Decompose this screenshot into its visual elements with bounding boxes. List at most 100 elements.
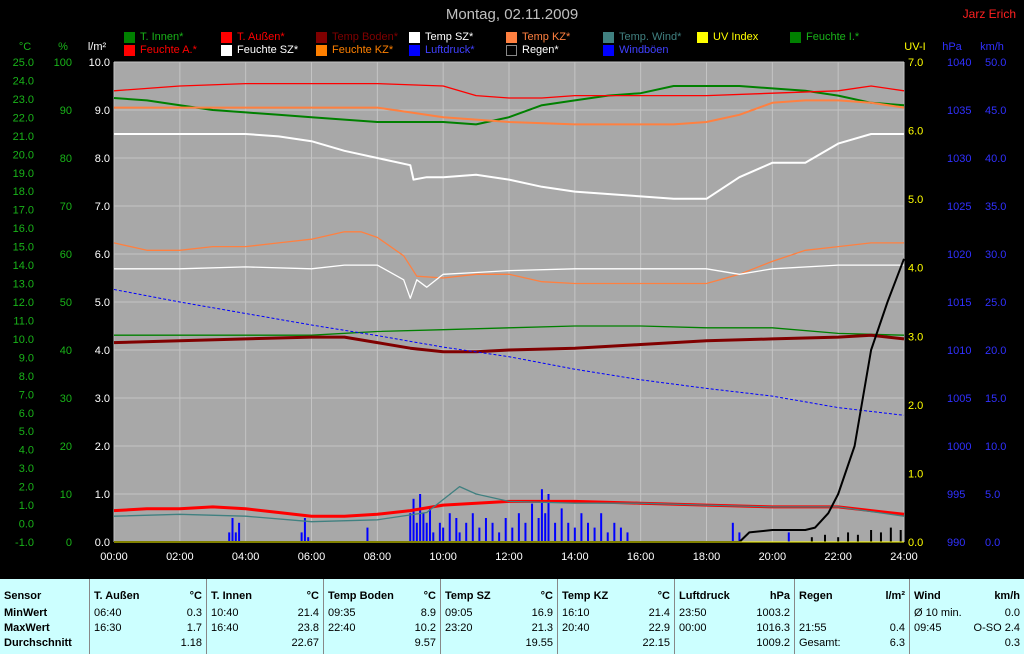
- rain-tick-label: 6.0: [95, 249, 110, 261]
- wind-tick-label: 35.0: [985, 201, 1006, 213]
- percent-tick-label: 10: [60, 489, 72, 501]
- stats-column-header: Wind km/h: [914, 590, 1020, 602]
- legend-swatch: [697, 31, 708, 43]
- celsius-tick-label: 6.0: [19, 408, 34, 420]
- stats-column: Luftdruck hPa 23:50 1003.2 00:00 1016.3 1009.2: [675, 579, 795, 654]
- time-tick-label: 18:00: [693, 551, 721, 563]
- legend-item: Windböen: [603, 44, 669, 56]
- time-tick-label: 04:00: [232, 551, 260, 563]
- celsius-tick-label: -1.0: [15, 537, 34, 549]
- uv-tick-label: 2.0: [908, 400, 923, 412]
- stats-column-header: Luftdruck hPa: [679, 590, 790, 602]
- stats-column: T. Außen °C 06:40 0.3 16:30 1.7 1.18: [90, 579, 207, 654]
- legend-label: T. Innen*: [140, 31, 184, 43]
- pressure-tick-label: 1015: [947, 297, 971, 309]
- legend-item: Temp KZ*: [506, 31, 570, 43]
- stats-cell: 06:40 0.3: [94, 607, 202, 619]
- stats-cell: 09:05 16.9: [445, 607, 553, 619]
- celsius-tick-label: 22.0: [13, 112, 34, 124]
- legend-item: Regen*: [506, 44, 559, 56]
- celsius-tick-label: 13.0: [13, 279, 34, 291]
- time-tick-label: 12:00: [495, 551, 523, 563]
- legend-label: Temp SZ*: [425, 31, 474, 43]
- stats-column-header: T. Innen °C: [211, 590, 319, 602]
- celsius-tick-label: 1.0: [19, 500, 34, 512]
- legend-swatch: [221, 44, 232, 56]
- celsius-tick-label: 2.0: [19, 482, 34, 494]
- time-tick-label: 06:00: [298, 551, 326, 563]
- uv-tick-label: 3.0: [908, 331, 923, 343]
- celsius-tick-label: 10.0: [13, 334, 34, 346]
- celsius-tick-label: 0.0: [19, 519, 34, 531]
- stats-row-label: MinWert: [4, 607, 48, 619]
- uv-tick-label: 1.0: [908, 468, 923, 480]
- legend-item: UV Index: [697, 31, 758, 43]
- stats-cell: 22.67: [291, 637, 319, 649]
- wind-tick-label: 5.0: [985, 489, 1000, 501]
- wind-tick-label: 0.0: [985, 537, 1000, 549]
- rain-tick-label: 8.0: [95, 153, 110, 165]
- celsius-tick-label: 5.0: [19, 426, 34, 438]
- stats-cell: 21:55 0.4: [799, 622, 905, 634]
- stats-sensor-header: Sensor: [4, 590, 42, 602]
- uv-tick-label: 0.0: [908, 537, 923, 549]
- stats-column: T. Innen °C 10:40 21.4 16:40 23.8 22.67: [207, 579, 324, 654]
- chart-area: 25.0 24.0 23.0 22.0 21.0 20.0 19.0 18.0 17.0 16.0…: [0, 0, 1024, 578]
- pressure-tick-label: 995: [947, 489, 965, 501]
- pressure-tick-label: 1030: [947, 153, 971, 165]
- stats-cell: 9.57: [414, 637, 436, 649]
- time-tick-label: 14:00: [561, 551, 589, 563]
- pressure-tick-label: 990: [947, 537, 965, 549]
- celsius-tick-label: 4.0: [19, 445, 34, 457]
- stats-cell: 16:30 1.7: [94, 622, 202, 634]
- stats-cell: 10:40 21.4: [211, 607, 319, 619]
- rain-tick-label: 9.0: [95, 105, 110, 117]
- celsius-tick-label: 7.0: [19, 389, 34, 401]
- wind-tick-label: 40.0: [985, 153, 1006, 165]
- uv-tick-label: 5.0: [908, 194, 923, 206]
- stats-cell: [799, 606, 905, 621]
- time-tick-label: 16:00: [627, 551, 655, 563]
- stats-cell: 23:50 1003.2: [679, 607, 790, 619]
- stats-row-label: Durchschnitt: [4, 637, 72, 649]
- stats-cell: 20:40 22.9: [562, 622, 670, 634]
- stats-cell: 00:00 1016.3: [679, 622, 790, 634]
- legend-label: Windböen: [619, 44, 669, 56]
- stats-column: Regen l/m² 21:55 0.4 Gesamt: 6.3: [795, 579, 910, 654]
- celsius-tick-label: 18.0: [13, 186, 34, 198]
- legend-item: Feuchte KZ*: [316, 44, 393, 56]
- chart-legend: T. Innen* T. Außen* Temp Boden* Temp SZ* Tem…: [0, 0, 1024, 60]
- percent-tick-label: 80: [60, 153, 72, 165]
- stats-column-header: Regen l/m²: [799, 590, 905, 602]
- rain-tick-label: 5.0: [95, 297, 110, 309]
- stats-column: Temp Boden °C 09:35 8.9 22:40 10.2 9.57: [324, 579, 441, 654]
- pressure-tick-label: 1035: [947, 105, 971, 117]
- legend-swatch: [221, 31, 232, 43]
- stats-cell: 1009.2: [756, 637, 790, 649]
- percent-tick-label: 60: [60, 249, 72, 261]
- time-tick-label: 22:00: [824, 551, 852, 563]
- time-tick-label: 24:00: [890, 551, 918, 563]
- wind-tick-label: 10.0: [985, 441, 1006, 453]
- legend-label: Temp KZ*: [522, 31, 571, 43]
- legend-label: Luftdruck*: [425, 44, 475, 56]
- legend-label: Feuchte SZ*: [237, 44, 299, 56]
- celsius-tick-label: 23.0: [13, 94, 34, 106]
- weather-chart: 25.0 24.0 23.0 22.0 21.0 20.0 19.0 18.0 17.0 16.0…: [13, 41, 1007, 563]
- percent-tick-label: 70: [60, 201, 72, 213]
- celsius-tick-label: 19.0: [13, 168, 34, 180]
- legend-swatch: [124, 31, 135, 43]
- stats-column: Temp KZ °C 16:10 21.4 20:40 22.9 22.15: [558, 579, 675, 654]
- stats-cell: 09:45 O-SO 2.4: [914, 622, 1020, 634]
- celsius-tick-label: 14.0: [13, 260, 34, 272]
- legend-item: T. Innen*: [124, 31, 183, 43]
- rain-tick-label: 0.0: [95, 537, 110, 549]
- stats-column-header: T. Außen °C: [94, 590, 202, 602]
- legend-label: T. Außen*: [237, 31, 285, 43]
- percent-tick-label: 40: [60, 345, 72, 357]
- celsius-tick-label: 24.0: [13, 75, 34, 87]
- percent-tick-label: 0: [66, 537, 72, 549]
- stats-cell: Ø 10 min. 0.0: [914, 607, 1020, 619]
- legend-item: Feuchte I.*: [790, 31, 859, 43]
- celsius-tick-label: 20.0: [13, 149, 34, 161]
